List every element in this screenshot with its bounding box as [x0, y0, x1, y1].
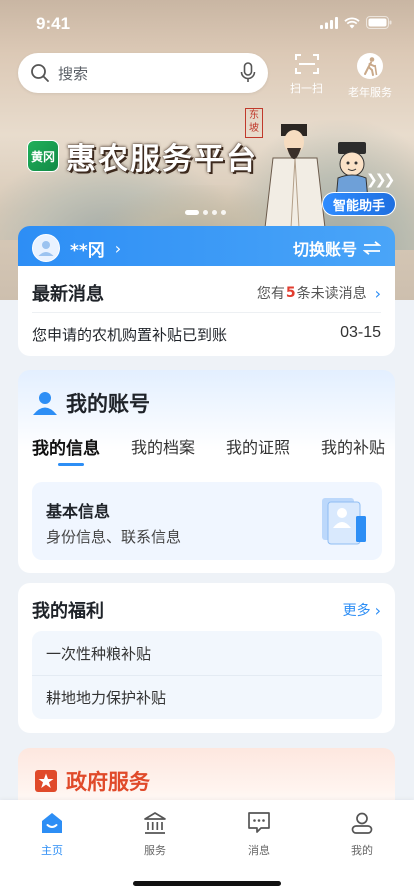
gov-services-title: 政府服务	[66, 770, 150, 794]
status-icons	[320, 16, 392, 29]
chevrons-right-icon: ❯❯❯	[366, 172, 395, 188]
unread-messages-link[interactable]: 您有 5 条未读消息 ›	[257, 283, 381, 303]
nav-label: 主页	[41, 844, 63, 857]
nav-item-profile[interactable]: 我的	[332, 810, 392, 858]
basic-info-title: 基本信息	[46, 502, 111, 521]
mic-icon[interactable]	[240, 62, 256, 84]
switch-account-button[interactable]: 切换账号	[293, 236, 381, 260]
message-item[interactable]: 您申请的农机购置补贴已到账 03-15	[32, 324, 381, 345]
nav-label: 我的	[351, 844, 373, 857]
my-account-title: 我的账号	[66, 392, 150, 416]
basic-info-card[interactable]: 基本信息 身份信息、联系信息	[32, 482, 382, 560]
basic-info-subtitle: 身份信息、联系信息	[46, 528, 182, 546]
account-name[interactable]: **冈	[70, 236, 105, 261]
gov-star-icon	[35, 770, 57, 792]
carousel-indicator	[185, 210, 226, 215]
tab-my-archive[interactable]: 我的档案	[131, 434, 195, 459]
nav-item-messages[interactable]: 消息	[229, 810, 289, 858]
welfare-header: 我的福利 更多 ›	[32, 597, 381, 623]
welfare-title: 我的福利	[32, 601, 104, 622]
welfare-list: 一次性种粮补贴 耕地地力保护补贴	[32, 631, 382, 719]
battery-icon	[366, 16, 392, 29]
scan-label: 扫一扫	[290, 82, 323, 95]
more-link[interactable]: 更多 ›	[343, 600, 381, 620]
scholar-illustration	[264, 124, 326, 228]
my-welfare-card: 我的福利 更多 › 一次性种粮补贴 耕地地力保护补贴	[18, 583, 395, 733]
scan-button[interactable]: 扫一扫	[290, 52, 323, 96]
list-item[interactable]: 一次性种粮补贴	[32, 631, 382, 675]
search-bar[interactable]: 搜索	[18, 53, 268, 93]
list-item[interactable]: 耕地地力保护补贴	[32, 675, 382, 719]
unread-prefix: 您有	[256, 286, 285, 302]
gov-services-heading: 政府服务	[34, 766, 150, 796]
unread-count: 5	[285, 285, 296, 301]
carousel-dot[interactable]	[203, 210, 208, 215]
avatar-user-icon	[38, 241, 54, 256]
bank-icon	[144, 812, 166, 834]
carousel-dot[interactable]	[221, 210, 226, 215]
divider	[32, 312, 381, 313]
elder-service-icon	[357, 53, 383, 79]
wifi-icon	[344, 16, 360, 28]
chevron-right-icon: ›	[374, 283, 381, 303]
home-indicator	[133, 881, 281, 886]
status-time: 9:41	[36, 14, 71, 33]
app-logo-badge: 黄冈	[27, 140, 59, 172]
my-account-heading: 我的账号	[32, 388, 150, 418]
scan-icon	[294, 54, 319, 74]
smart-assistant-button[interactable]: 智能助手	[322, 192, 397, 216]
profile-icon	[351, 812, 373, 834]
elder-service-button[interactable]: 老年服务	[348, 52, 392, 100]
latest-messages-card: 最新消息 您有 5 条未读消息 › 您申请的农机购置补贴已到账 03-15	[18, 266, 395, 356]
messages-title: 最新消息	[32, 284, 104, 305]
home-icon	[42, 813, 62, 833]
account-bar[interactable]: **冈 › 切换账号	[18, 226, 395, 270]
unread-suffix: 条未读消息	[296, 286, 367, 302]
search-placeholder[interactable]: 搜索	[58, 63, 240, 84]
chevron-right-icon: ›	[374, 600, 381, 620]
message-text: 您申请的农机购置补贴已到账	[32, 326, 228, 344]
account-tabs: 我的信息 我的档案 我的证照 我的补贴	[32, 434, 385, 466]
my-account-card: 我的账号 我的信息 我的档案 我的证照 我的补贴 基本信息 身份信息、联系信息	[18, 370, 395, 573]
elder-service-label: 老年服务	[348, 86, 392, 99]
message-date: 03-15	[340, 324, 381, 341]
message-icon	[248, 812, 270, 833]
nav-item-home[interactable]: 主页	[22, 810, 82, 858]
user-icon	[33, 392, 57, 415]
id-card-icon	[322, 498, 366, 545]
switch-account-label: 切换账号	[292, 240, 357, 259]
more-label: 更多	[342, 603, 371, 619]
messages-header[interactable]: 最新消息 您有 5 条未读消息 ›	[32, 280, 381, 306]
nav-item-services[interactable]: 服务	[125, 810, 185, 858]
banner-title[interactable]: 惠农服务平台	[66, 134, 258, 178]
chevron-right-icon[interactable]: ›	[115, 239, 121, 258]
cartoon-official-illustration	[335, 142, 369, 200]
tab-my-info[interactable]: 我的信息	[32, 434, 100, 466]
carousel-dot[interactable]	[212, 210, 217, 215]
search-icon	[31, 64, 49, 82]
status-bar: 9:41	[0, 0, 414, 48]
signal-icon	[320, 16, 338, 29]
tab-my-licenses[interactable]: 我的证照	[226, 434, 290, 459]
avatar[interactable]	[32, 234, 60, 262]
tab-my-subsidies[interactable]: 我的补贴	[321, 434, 385, 459]
swap-icon	[363, 241, 381, 255]
nav-label: 消息	[248, 844, 270, 857]
carousel-dot[interactable]	[185, 210, 199, 215]
nav-label: 服务	[144, 844, 166, 857]
